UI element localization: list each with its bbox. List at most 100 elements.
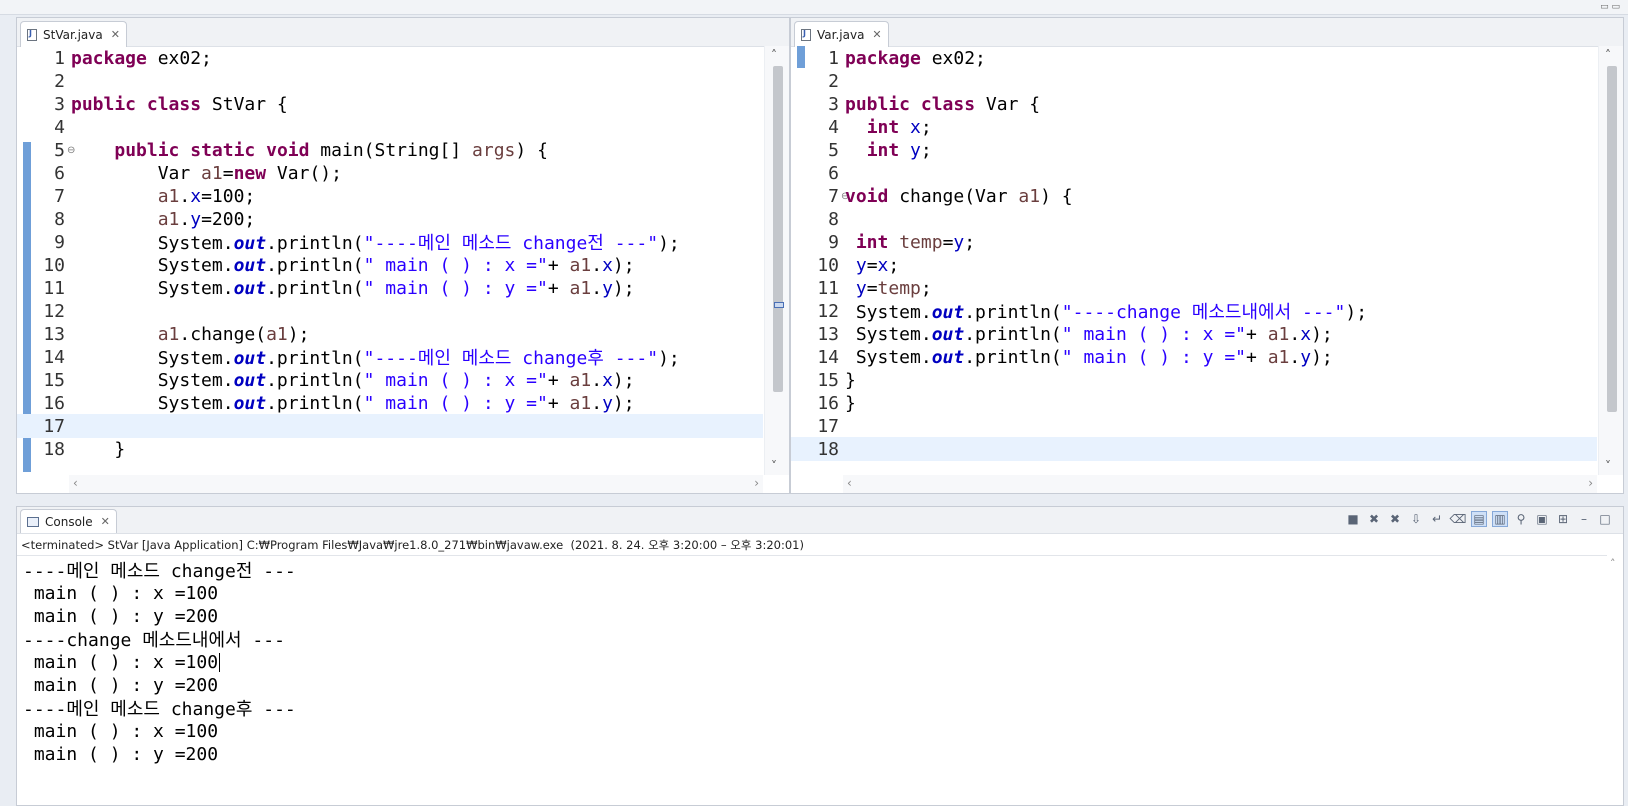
vertical-scrollbar[interactable]: ˄ ˅: [764, 46, 789, 475]
editor-var: Var.java ✕ 1 package ex02; 23 public class …: [790, 17, 1624, 494]
code-line[interactable]: 5 ⊖ public static void main(String[] args…: [17, 138, 763, 162]
code-text: a1.change(a1);: [157, 323, 310, 345]
code-line[interactable]: 16}: [791, 391, 1597, 415]
code-line[interactable]: 7 a1.x=100;: [17, 184, 763, 208]
code-text: System.out.println(" main ( ) : x ="+ a1…: [845, 323, 1333, 345]
horizontal-scrollbar[interactable]: ‹ ›: [69, 475, 763, 493]
minimize-icon[interactable]: –: [1576, 511, 1592, 527]
code-line[interactable]: 14 System.out.println(" main ( ) : y ="+…: [791, 345, 1597, 369]
code-line[interactable]: 4 int x;: [791, 115, 1597, 139]
console-line: main ( ) : x =100: [23, 582, 219, 604]
code-line[interactable]: 15 System.out.println(" main ( ) : x ="+…: [17, 368, 763, 392]
tab-stvar-java[interactable]: StVar.java ✕: [20, 21, 127, 47]
code-text: }: [71, 438, 126, 460]
code-line[interactable]: 2: [17, 69, 763, 93]
code-line[interactable]: 17: [791, 414, 1597, 438]
line-number: 13: [43, 323, 65, 345]
code-line[interactable]: 4: [17, 115, 763, 139]
console-line: ----change 메소드내에서 ---: [23, 630, 285, 651]
code-line[interactable]: 1 package ex02;: [17, 46, 763, 70]
code-area[interactable]: 1 package ex02; 2 3 public class StVar {4 5 ⊖ …: [17, 46, 763, 475]
console-line: main ( ) : x =100: [23, 651, 221, 673]
console-line: main ( ) : y =200: [23, 743, 219, 765]
terminate-icon[interactable]: ■: [1345, 511, 1361, 527]
line-number: 12: [817, 300, 839, 322]
code-line[interactable]: 13 a1.change(a1);: [17, 322, 763, 346]
code-line[interactable]: 8 a1.y=200;: [17, 207, 763, 231]
editor-tabbar: Var.java ✕: [791, 18, 1623, 47]
code-line[interactable]: 10 System.out.println(" main ( ) : x ="+…: [17, 253, 763, 277]
window-controls-icon[interactable]: ▭ ▭: [1600, 2, 1620, 12]
code-line[interactable]: 3 public class StVar {: [17, 92, 763, 116]
scroll-lock-icon[interactable]: ⇩: [1408, 511, 1424, 527]
code-line[interactable]: 10 y=x;: [791, 253, 1597, 277]
code-line[interactable]: 6: [791, 161, 1597, 185]
show-on-stdout-icon[interactable]: ▤: [1471, 511, 1487, 527]
console-line: main ( ) : y =200: [23, 674, 219, 696]
display-console-icon[interactable]: ▣: [1534, 511, 1550, 527]
overview-ruler-marker[interactable]: [774, 302, 784, 308]
code-line[interactable]: 3 public class Var {: [791, 92, 1597, 116]
scroll-left-icon[interactable]: ‹: [847, 476, 852, 490]
word-wrap-icon[interactable]: ↵: [1429, 511, 1445, 527]
scroll-up-icon[interactable]: ˄: [771, 48, 777, 62]
line-number: 18: [43, 438, 65, 460]
clear-console-icon[interactable]: ⌫: [1450, 511, 1467, 527]
scroll-thumb[interactable]: [1607, 66, 1617, 412]
close-tab-icon[interactable]: ✕: [101, 515, 110, 528]
code-line[interactable]: 12: [17, 299, 763, 323]
scroll-up-icon[interactable]: ˄: [1605, 48, 1611, 62]
code-line[interactable]: 11 y=temp;: [791, 276, 1597, 300]
code-line[interactable]: 18: [791, 437, 1597, 461]
scroll-down-icon[interactable]: ˅: [771, 459, 777, 473]
vertical-scrollbar[interactable]: ˄ ˅: [1598, 46, 1623, 475]
console-view: Console ✕ ■ ✖ ✖ ⇩ ↵ ⌫ ▤ ▥ ⚲ ▣ ⊞ – □ <terminated> StV…: [16, 506, 1624, 806]
code-area[interactable]: 1 package ex02; 2 3 public class Var {4 int …: [791, 46, 1597, 475]
tab-console[interactable]: Console ✕: [20, 509, 117, 533]
code-line[interactable]: 9 int temp=y;: [791, 230, 1597, 254]
remove-launch-icon[interactable]: ✖: [1366, 511, 1382, 527]
code-line[interactable]: 11 System.out.println(" main ( ) : y ="+…: [17, 276, 763, 300]
console-output[interactable]: ----메인 메소드 change전 --- main ( ) : x =100…: [17, 555, 1607, 805]
code-text: int temp=y;: [855, 231, 976, 253]
line-number: 7: [54, 185, 65, 207]
code-line[interactable]: 13 System.out.println(" main ( ) : x ="+…: [791, 322, 1597, 346]
scroll-right-icon[interactable]: ›: [754, 476, 759, 490]
close-tab-icon[interactable]: ✕: [111, 28, 120, 41]
open-console-icon[interactable]: ⊞: [1555, 511, 1571, 527]
remove-all-icon[interactable]: ✖: [1387, 511, 1403, 527]
code-line[interactable]: 8: [791, 207, 1597, 231]
code-line[interactable]: 7 ⊖ void change(Var a1) {: [791, 184, 1597, 208]
close-tab-icon[interactable]: ✕: [872, 28, 881, 41]
code-line[interactable]: 1 package ex02;: [791, 46, 1597, 70]
show-on-stderr-icon[interactable]: ▥: [1492, 511, 1508, 527]
line-number: 9: [54, 231, 65, 253]
code-line[interactable]: 18 }: [17, 437, 763, 461]
tab-var-java[interactable]: Var.java ✕: [794, 21, 889, 47]
code-line[interactable]: 9 System.out.println("----메인 메소드 change전…: [17, 230, 763, 255]
line-number: 8: [54, 208, 65, 230]
pin-console-icon[interactable]: ⚲: [1513, 511, 1529, 527]
tab-title: Var.java: [817, 27, 865, 42]
console-vertical-scrollbar[interactable]: ˄: [1607, 555, 1623, 805]
scroll-down-icon[interactable]: ˅: [1605, 459, 1611, 473]
tab-title: Console: [45, 514, 93, 529]
code-text: }: [845, 369, 856, 391]
code-line[interactable]: 15}: [791, 368, 1597, 392]
line-number: 15: [817, 369, 839, 391]
line-number: 12: [43, 300, 65, 322]
scroll-left-icon[interactable]: ‹: [73, 476, 78, 490]
scroll-up-icon[interactable]: ˄: [1610, 557, 1616, 570]
code-line[interactable]: 17: [17, 414, 763, 438]
code-line[interactable]: 5 int y;: [791, 138, 1597, 162]
code-line[interactable]: 2: [791, 69, 1597, 93]
horizontal-scrollbar[interactable]: ‹ ›: [843, 475, 1597, 493]
code-text: System.out.println(" main ( ) : x ="+ a1…: [71, 254, 635, 276]
scroll-thumb[interactable]: [773, 66, 783, 392]
code-line[interactable]: 16 System.out.println(" main ( ) : y ="+…: [17, 391, 763, 415]
code-line[interactable]: 12 System.out.println("----change 메소드내에서…: [791, 299, 1597, 324]
code-line[interactable]: 14 System.out.println("----메인 메소드 change…: [17, 345, 763, 370]
scroll-right-icon[interactable]: ›: [1588, 476, 1593, 490]
maximize-icon[interactable]: □: [1597, 511, 1613, 527]
code-line[interactable]: 6 Var a1=new Var();: [17, 161, 763, 185]
